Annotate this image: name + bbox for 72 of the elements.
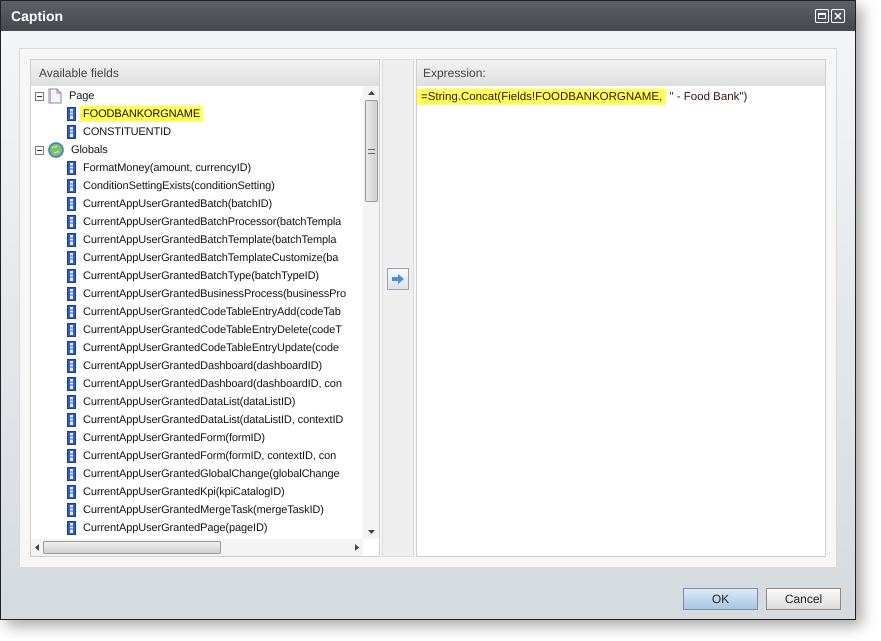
arrow-right-icon (392, 274, 404, 284)
scroll-right-icon[interactable] (355, 544, 359, 551)
field-icon (67, 179, 76, 193)
tree-item[interactable]: CurrentAppUserGrantedPage(pageID) (80, 520, 270, 536)
tree-item[interactable]: CurrentAppUserGrantedKpi(kpiCatalogID) (80, 484, 288, 500)
panel-title: Expression: (423, 65, 486, 82)
page-icon (48, 88, 62, 104)
field-icon (67, 521, 76, 535)
scroll-thumb[interactable] (364, 100, 378, 202)
tree-item[interactable]: CurrentAppUserGrantedDataList(dataListID, contextID (80, 412, 346, 428)
tree-item[interactable]: CurrentAppUserGrantedForm(formID) (80, 430, 268, 446)
field-icon (67, 431, 76, 445)
insert-field-button[interactable] (387, 268, 409, 290)
vertical-scrollbar[interactable] (363, 86, 379, 539)
tree-item[interactable]: CurrentAppUserGrantedCodeTableEntryAdd(codeTab (80, 304, 344, 320)
tree-item[interactable]: CurrentAppUserGrantedMergeTask(mergeTaskID) (80, 502, 327, 518)
field-icon (67, 161, 76, 175)
tree-item[interactable]: CurrentAppUserGrantedGlobalChange(globalChange (80, 466, 343, 482)
field-icon (67, 233, 76, 247)
tree-item[interactable]: CurrentAppUserGrantedBatchTemplateCustomize(ba (80, 250, 342, 266)
scroll-down-icon[interactable] (368, 530, 374, 534)
tree-item[interactable]: CurrentAppUserGrantedBatchTemplate(batchTempla (80, 232, 340, 248)
field-icon (67, 107, 76, 121)
scroll-thumb[interactable] (43, 541, 221, 554)
globe-icon (48, 142, 64, 158)
field-icon (67, 305, 76, 319)
field-icon (67, 395, 76, 409)
field-icon (67, 377, 76, 391)
field-icon (67, 323, 76, 337)
scroll-left-icon[interactable] (35, 544, 39, 551)
tree-item[interactable]: Globals (68, 142, 111, 158)
tree-item[interactable]: CONSTITUENTID (80, 124, 174, 140)
tree-item[interactable]: CurrentAppUserGrantedBatch(batchID) (80, 196, 276, 212)
close-icon (834, 12, 842, 20)
field-icon (67, 485, 76, 499)
tree-item[interactable]: CurrentAppUserGrantedCodeTableEntryUpdate(code (80, 340, 342, 356)
field-icon (67, 125, 76, 139)
field-icon (67, 359, 76, 373)
scroll-up-icon[interactable] (368, 91, 374, 95)
dialog-button[interactable]: Cancel (766, 588, 841, 610)
field-icon (67, 197, 76, 211)
tree-item[interactable]: Page (66, 88, 98, 104)
field-icon (67, 269, 76, 283)
tree-item[interactable]: CurrentAppUserGrantedDashboard(dashboardID, con (80, 376, 345, 392)
collapse-icon[interactable] (35, 146, 44, 154)
tree-item[interactable]: CurrentAppUserGrantedDashboard(dashboardID) (80, 358, 326, 374)
field-icon (67, 467, 76, 481)
field-icon (67, 251, 76, 265)
field-icon (67, 503, 76, 517)
close-button[interactable] (831, 9, 845, 23)
tree-item[interactable]: CurrentAppUserGrantedCodeTableEntryDelete(codeT (80, 322, 345, 338)
tree-item[interactable]: CurrentAppUserGrantedDataList(dataListID) (80, 394, 298, 410)
field-icon (67, 215, 76, 229)
panel-title: Available fields (39, 65, 119, 82)
tree-item[interactable]: FOODBANKORGNAME (80, 106, 204, 122)
window-title: Caption (11, 6, 64, 26)
field-icon (67, 449, 76, 463)
tree-item[interactable]: CurrentAppUserGrantedBatchType(batchTypeID) (80, 268, 322, 284)
tree-item[interactable]: FormatMoney(amount, currencyID) (80, 160, 254, 176)
tree-item[interactable]: CurrentAppUserGrantedForm(formID, contextID, con (80, 448, 340, 464)
tree-item[interactable]: CurrentAppUserGrantedBusinessProcess(businessPro (80, 286, 349, 302)
ok-button[interactable]: OK (683, 588, 758, 610)
field-icon (67, 413, 76, 427)
field-icon (67, 287, 76, 301)
field-icon (67, 341, 76, 355)
horizontal-scrollbar[interactable] (31, 539, 363, 556)
tree-item[interactable]: CurrentAppUserGrantedBatchProcessor(batchTempla (80, 214, 344, 230)
expression-field[interactable]: =String.Concat(Fields!FOODBANKORGNAME, " - Food Bank") (417, 86, 825, 556)
maximize-button[interactable] (815, 9, 829, 23)
expression-text: =String.Concat(Fields!FOODBANKORGNAME, " - Food Bank") (417, 87, 825, 107)
tree-item[interactable]: ConditionSettingExists(conditionSetting) (80, 178, 278, 194)
collapse-icon[interactable] (35, 92, 44, 100)
